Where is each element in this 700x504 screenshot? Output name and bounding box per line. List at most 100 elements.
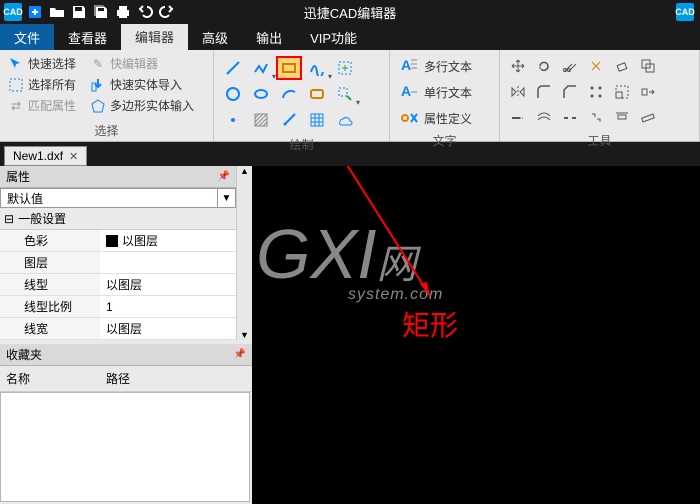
app-logo-right: CAD <box>676 3 694 21</box>
import-icon <box>90 77 106 93</box>
prop-row-linescale[interactable]: 线型比例1 <box>0 296 236 318</box>
save-all-icon[interactable] <box>92 3 110 21</box>
quick-editor-label: 快编辑器 <box>110 55 158 72</box>
tool-extend-button[interactable] <box>506 106 530 130</box>
tool-offset-button[interactable] <box>532 106 556 130</box>
tool-measure-button[interactable] <box>636 106 660 130</box>
tool-stretch-button[interactable] <box>636 80 660 104</box>
prop-linescale-key: 线型比例 <box>0 296 100 317</box>
favorites-col-path[interactable]: 路径 <box>100 368 136 389</box>
draw-ellipse-button[interactable] <box>248 82 274 106</box>
tool-copy-button[interactable] <box>636 54 660 78</box>
tool-explode-button[interactable] <box>584 54 608 78</box>
watermark-net: 网 <box>377 232 417 290</box>
menu-advanced[interactable]: 高级 <box>188 24 242 50</box>
document-tab[interactable]: New1.dxf ✕ <box>4 146 87 166</box>
menu-output[interactable]: 输出 <box>242 24 296 50</box>
left-panel: 属性 📌 ▼ ⊟一般设置 色彩以图层 图层 线型以图层 线型比例1 线宽以图层 … <box>0 166 252 504</box>
multiline-text-button[interactable]: A多行文本 <box>396 54 493 78</box>
draw-arc-button[interactable] <box>276 82 302 106</box>
tool-trim-button[interactable] <box>558 54 582 78</box>
pin-icon[interactable]: 📌 <box>218 171 230 182</box>
favorites-list[interactable] <box>0 392 250 502</box>
chevron-down-icon[interactable]: ▼ <box>217 189 235 207</box>
new-file-icon[interactable] <box>26 3 44 21</box>
multiline-text-icon: A <box>398 55 420 77</box>
quick-import-button[interactable]: 快速实体导入 <box>88 75 184 94</box>
draw-line-button[interactable] <box>220 56 246 80</box>
draw-insert-button[interactable]: ▾ <box>332 82 358 106</box>
draw-hatch-button[interactable] <box>248 108 274 132</box>
property-section-general[interactable]: ⊟一般设置 <box>0 208 236 230</box>
tool-chamfer-button[interactable] <box>558 80 582 104</box>
favorites-col-name[interactable]: 名称 <box>0 368 100 389</box>
redo-icon[interactable] <box>158 3 176 21</box>
quick-select-button[interactable]: 快速选择 <box>6 54 78 73</box>
draw-polyline-button[interactable]: ▾ <box>248 56 274 80</box>
tool-array-button[interactable] <box>584 80 608 104</box>
select-all-label: 选择所有 <box>28 76 76 93</box>
pin-icon[interactable]: 📌 <box>234 349 246 360</box>
singleline-text-label: 单行文本 <box>424 84 472 101</box>
save-icon[interactable] <box>70 3 88 21</box>
tool-erase-button[interactable] <box>610 54 634 78</box>
undo-icon[interactable] <box>136 3 154 21</box>
watermark-sys: system.com <box>348 286 443 304</box>
prop-row-linetype[interactable]: 线型以图层 <box>0 274 236 296</box>
workspace: 属性 📌 ▼ ⊟一般设置 色彩以图层 图层 线型以图层 线型比例1 线宽以图层 … <box>0 166 700 504</box>
attr-def-button[interactable]: 属性定义 <box>396 106 493 130</box>
prop-row-layer[interactable]: 图层 <box>0 252 236 274</box>
attr-def-icon <box>398 107 420 129</box>
default-value-combo[interactable]: ▼ <box>0 188 236 208</box>
tool-break-button[interactable] <box>558 106 582 130</box>
prop-linetype-value: 以图层 <box>100 274 236 295</box>
annotation-label: 矩形 <box>402 304 458 344</box>
svg-text:A: A <box>401 83 411 99</box>
open-folder-icon[interactable] <box>48 3 66 21</box>
draw-ray-button[interactable] <box>276 108 302 132</box>
draw-table-button[interactable] <box>304 108 330 132</box>
menu-file[interactable]: 文件 <box>0 24 54 50</box>
draw-rounded-rect-button[interactable] <box>304 82 330 106</box>
quick-editor-button: ✎快编辑器 <box>88 54 160 73</box>
select-all-button[interactable]: 选择所有 <box>6 75 78 94</box>
app-logo-badge: CAD <box>4 3 22 21</box>
draw-cloud-button[interactable] <box>332 108 358 132</box>
print-icon[interactable] <box>114 3 132 21</box>
singleline-text-button[interactable]: A 单行文本 <box>396 80 493 104</box>
prop-color-key: 色彩 <box>0 230 100 251</box>
ribbon-group-select: 快速选择 ✎快编辑器 选择所有 快速实体导入 ⇄匹配属性 多边形实体输入 选择 <box>0 50 214 141</box>
tool-scale-button[interactable] <box>610 80 634 104</box>
draw-point-button[interactable] <box>220 108 246 132</box>
ribbon-group-tools-label: 工具 <box>506 130 693 151</box>
draw-spline-button[interactable]: ▾ <box>304 56 330 80</box>
tool-fillet-button[interactable] <box>532 80 556 104</box>
titlebar: CAD 迅捷CAD编辑器 CAD <box>0 0 700 24</box>
polygon-input-button[interactable]: 多边形实体输入 <box>88 96 196 115</box>
prop-linescale-value: 1 <box>100 296 236 317</box>
property-grid: ⊟一般设置 色彩以图层 图层 线型以图层 线型比例1 线宽以图层 <box>0 208 236 340</box>
prop-row-color[interactable]: 色彩以图层 <box>0 230 236 252</box>
draw-circle-button[interactable] <box>220 82 246 106</box>
properties-scrollbar[interactable]: ▲▼ <box>236 166 252 340</box>
draw-rectangle-button[interactable] <box>276 56 302 80</box>
menu-vip[interactable]: VIP功能 <box>296 24 371 50</box>
collapse-icon[interactable]: ⊟ <box>4 212 14 226</box>
menu-editor[interactable]: 编辑器 <box>121 24 188 50</box>
drawing-canvas[interactable]: GXI 网 system.com 矩形 <box>252 166 700 504</box>
match-prop-button: ⇄匹配属性 <box>6 96 78 115</box>
tool-mirror-button[interactable] <box>506 80 530 104</box>
tool-rotate-button[interactable] <box>532 54 556 78</box>
draw-block-button[interactable] <box>332 56 358 80</box>
favorites-columns: 名称 路径 <box>0 366 252 392</box>
close-tab-icon[interactable]: ✕ <box>69 150 78 163</box>
default-value-input[interactable] <box>1 189 217 207</box>
menu-viewer[interactable]: 查看器 <box>54 24 121 50</box>
prop-row-lineweight[interactable]: 线宽以图层 <box>0 318 236 340</box>
svg-text:A: A <box>401 57 411 73</box>
tool-move-button[interactable] <box>506 54 530 78</box>
tool-align-button[interactable] <box>610 106 634 130</box>
tool-join-button[interactable] <box>584 106 608 130</box>
properties-panel-header: 属性 📌 <box>0 166 236 188</box>
ribbon-group-select-label: 选择 <box>6 120 207 141</box>
